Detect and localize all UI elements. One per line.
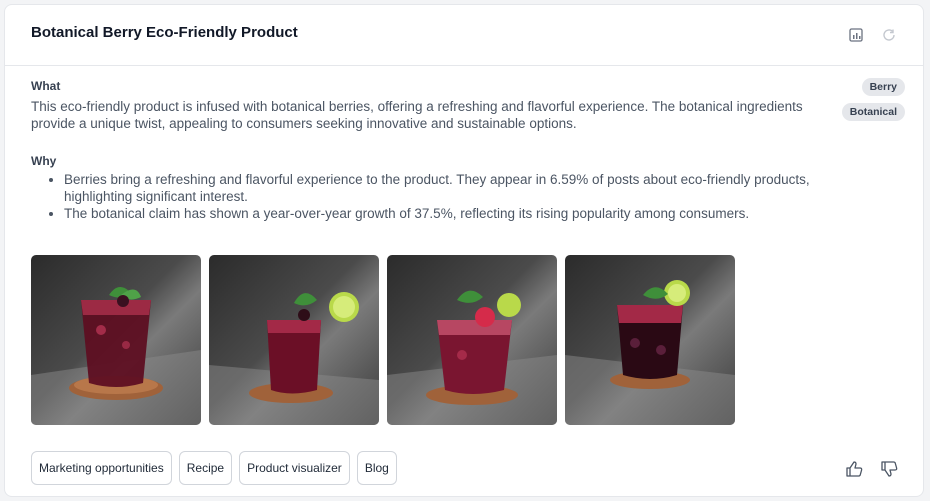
card-header: Botanical Berry Eco-Friendly Product bbox=[5, 5, 923, 66]
marketing-opportunities-button[interactable]: Marketing opportunities bbox=[31, 451, 172, 485]
tag-botanical[interactable]: Botanical bbox=[841, 103, 905, 121]
action-chips: Marketing opportunities Recipe Product v… bbox=[31, 451, 397, 485]
chart-export-icon[interactable] bbox=[846, 25, 866, 45]
what-text: This eco-friendly product is infused wit… bbox=[31, 99, 803, 131]
drink-image[interactable] bbox=[31, 255, 201, 425]
product-visualizer-button[interactable]: Product visualizer bbox=[239, 451, 350, 485]
blog-button[interactable]: Blog bbox=[356, 451, 397, 485]
why-list: Berries bring a refreshing and flavorful… bbox=[31, 171, 821, 222]
card-title: Botanical Berry Eco-Friendly Product bbox=[31, 24, 298, 41]
why-bullet: The botanical claim has shown a year-ove… bbox=[64, 205, 821, 222]
drink-image[interactable] bbox=[565, 255, 735, 425]
thumbs-down-icon[interactable] bbox=[880, 460, 900, 480]
product-card: Botanical Berry Eco-Friendly Product Wha… bbox=[4, 4, 924, 497]
image-gallery bbox=[31, 255, 735, 425]
what-label: What bbox=[31, 79, 61, 93]
refresh-icon[interactable] bbox=[879, 25, 899, 45]
recipe-button[interactable]: Recipe bbox=[178, 451, 233, 485]
insight-content: What This eco-friendly product is infuse… bbox=[31, 79, 821, 222]
why-label: Why bbox=[31, 154, 57, 168]
thumbs-up-icon[interactable] bbox=[845, 460, 865, 480]
tag-list: Berry Botanical bbox=[841, 78, 905, 121]
drink-image[interactable] bbox=[209, 255, 379, 425]
why-bullet: Berries bring a refreshing and flavorful… bbox=[64, 171, 821, 205]
tag-berry[interactable]: Berry bbox=[861, 78, 905, 96]
drink-image[interactable] bbox=[387, 255, 557, 425]
